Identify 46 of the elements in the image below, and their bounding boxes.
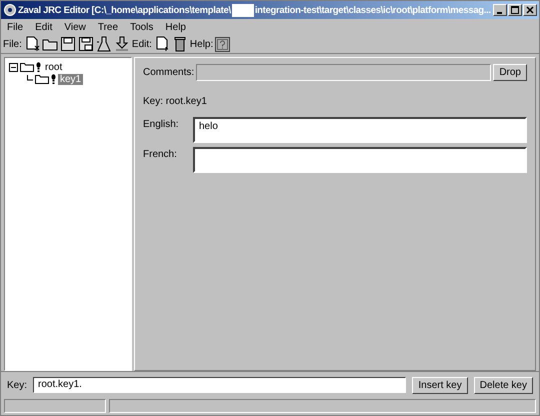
download-icon[interactable] — [114, 36, 130, 52]
menu-item[interactable]: View — [64, 22, 86, 32]
flask-icon[interactable] — [96, 36, 112, 52]
redaction-block — [232, 4, 254, 16]
toolbar-label: Edit: — [132, 38, 152, 50]
key-label: Key: — [7, 380, 28, 390]
window-title: Zaval JRC Editor [C:\_home\applications\template\ — [18, 4, 231, 16]
folder-icon — [20, 62, 34, 72]
new-document-icon[interactable] — [154, 36, 170, 52]
menu-item[interactable]: Edit — [35, 22, 52, 32]
trash-icon[interactable] — [172, 36, 188, 52]
comments-label: Comments: — [143, 66, 194, 78]
tree-node-label[interactable]: key1 — [58, 74, 84, 84]
save-as-icon[interactable] — [78, 36, 94, 52]
delete-key-button[interactable]: Delete key — [474, 376, 533, 394]
key-field[interactable]: root.key1. — [33, 377, 406, 393]
window-title: integration-test\target\classes\ic\root\platform\messag... — [254, 4, 491, 16]
save-icon[interactable] — [60, 36, 76, 52]
toolbar-label: File: — [3, 38, 22, 50]
language-label: French: — [143, 148, 178, 162]
drop-button[interactable]: Drop — [493, 64, 527, 80]
menu-item[interactable]: Help — [165, 22, 186, 32]
menu-item[interactable]: Tree — [98, 22, 118, 32]
translation-field[interactable]: helo — [193, 117, 527, 143]
maximize-icon — [511, 6, 519, 14]
insert-key-button[interactable]: Insert key — [412, 376, 468, 394]
close-button[interactable] — [523, 4, 537, 16]
toolbar-label: Help: — [190, 38, 214, 50]
tree-line — [27, 74, 33, 84]
folder-icon — [35, 74, 49, 84]
key-icon — [51, 74, 56, 84]
close-icon — [526, 6, 534, 14]
comments-field[interactable] — [196, 64, 492, 80]
collapse-icon[interactable] — [9, 62, 18, 72]
app-icon — [3, 3, 17, 17]
help-icon[interactable] — [215, 36, 230, 52]
minimize-button[interactable] — [493, 4, 507, 16]
maximize-button[interactable] — [508, 4, 522, 16]
tree-node-label[interactable]: root — [43, 62, 64, 72]
key-icon — [36, 62, 41, 72]
new-file-icon[interactable] — [24, 36, 40, 52]
menu-item[interactable]: Tools — [130, 22, 154, 32]
menu-item[interactable]: File — [7, 22, 24, 32]
key-text: Key: root.key1 — [143, 96, 208, 107]
language-label: English: — [143, 118, 180, 132]
translation-field[interactable] — [193, 147, 527, 173]
